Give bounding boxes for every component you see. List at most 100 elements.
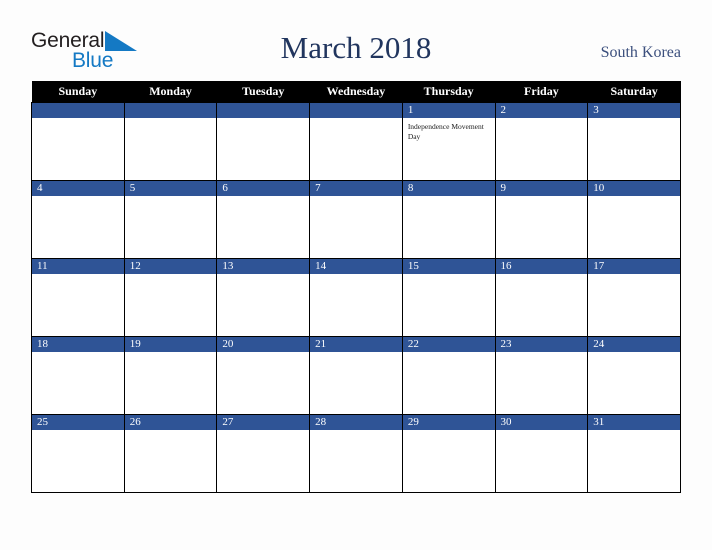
day-events (496, 352, 588, 356)
calendar-week-row: 18 19 20 21 22 23 24 (31, 336, 681, 415)
day-events (217, 430, 309, 434)
day-events (125, 352, 217, 356)
day-number: 11 (32, 259, 124, 274)
weekday-header-wednesday: Wednesday (309, 81, 403, 103)
brand-logo-row-top: General (31, 30, 138, 51)
page-header: General Blue March 2018 South Korea (0, 0, 712, 80)
calendar-day-cell[interactable]: 5 (123, 180, 218, 259)
day-number: 20 (217, 337, 310, 352)
brand-logo-row-bottom: Blue (72, 50, 113, 71)
calendar-day-cell[interactable]: 21 (309, 336, 403, 415)
day-events (588, 274, 680, 278)
day-events: Independence Movement Day (403, 118, 495, 142)
day-events (496, 274, 588, 278)
region-label: South Korea (600, 44, 681, 61)
calendar-day-cell[interactable]: 13 (216, 258, 311, 337)
weekday-header-monday: Monday (124, 81, 217, 103)
calendar-day-cell[interactable]: 7 (309, 180, 403, 259)
calendar-day-cell[interactable]: 8 (401, 180, 496, 259)
day-events (588, 430, 680, 434)
day-number: 25 (32, 415, 124, 430)
day-number (32, 103, 124, 118)
day-number: 31 (588, 415, 680, 430)
day-number: 1 (402, 103, 495, 118)
calendar-day-cell[interactable]: 25 (31, 414, 125, 493)
day-events (403, 430, 495, 434)
calendar-day-cell[interactable]: 22 (401, 336, 496, 415)
calendar-empty-cell (123, 102, 218, 181)
brand-logo[interactable]: General Blue (31, 30, 161, 76)
day-events (310, 274, 402, 278)
weekday-header-saturday: Saturday (587, 81, 681, 103)
calendar-day-cell[interactable]: 2 (494, 102, 589, 181)
calendar-empty-cell (309, 102, 403, 181)
day-number: 13 (217, 259, 310, 274)
day-number (217, 103, 310, 118)
day-events (32, 430, 124, 434)
day-events (32, 196, 124, 200)
calendar-day-cell[interactable]: 29 (401, 414, 496, 493)
calendar-day-cell[interactable]: 30 (494, 414, 589, 493)
day-events (403, 352, 495, 356)
day-number: 14 (310, 259, 402, 274)
day-events (588, 196, 680, 200)
day-events (588, 352, 680, 356)
day-number: 6 (217, 181, 310, 196)
day-number: 2 (495, 103, 588, 118)
calendar-day-cell[interactable]: 14 (309, 258, 403, 337)
weekday-header-tuesday: Tuesday (216, 81, 310, 103)
brand-name-blue: Blue (72, 49, 114, 72)
day-number: 27 (217, 415, 310, 430)
calendar-body: 1 Independence Movement Day 2 3 4 5 6 7 8 9 10 11 12… (31, 102, 681, 493)
weekday-header-sunday: Sunday (31, 81, 125, 103)
page-title: March 2018 (280, 30, 432, 65)
day-events (403, 196, 495, 200)
calendar-day-cell[interactable]: 3 (587, 102, 681, 181)
calendar-day-cell[interactable]: 12 (123, 258, 218, 337)
day-events (125, 196, 217, 200)
calendar-week-row: 1 Independence Movement Day 2 3 (31, 102, 681, 181)
calendar-day-cell[interactable]: 28 (309, 414, 403, 493)
day-number: 29 (402, 415, 495, 430)
day-events (310, 430, 402, 434)
calendar-week-row: 25 26 27 28 29 30 31 (31, 414, 681, 493)
calendar-day-cell[interactable]: 4 (31, 180, 125, 259)
day-number (124, 103, 217, 118)
day-events (310, 196, 402, 200)
calendar-day-cell[interactable]: 19 (123, 336, 218, 415)
day-events (496, 430, 588, 434)
calendar-day-cell[interactable]: 31 (587, 414, 681, 493)
calendar-day-cell[interactable]: 18 (31, 336, 125, 415)
day-events (588, 118, 680, 122)
calendar-day-cell[interactable]: 26 (123, 414, 218, 493)
calendar-week-row: 11 12 13 14 15 16 17 (31, 258, 681, 337)
weekday-header-row: Sunday Monday Tuesday Wednesday Thursday… (31, 81, 681, 103)
calendar-day-cell[interactable]: 6 (216, 180, 311, 259)
day-events (125, 274, 217, 278)
calendar-day-cell[interactable]: 9 (494, 180, 589, 259)
day-number: 22 (402, 337, 495, 352)
calendar-day-cell[interactable]: 27 (216, 414, 311, 493)
calendar-day-cell[interactable]: 23 (494, 336, 589, 415)
weekday-header-friday: Friday (495, 81, 588, 103)
day-number (310, 103, 402, 118)
calendar-day-cell[interactable]: 10 (587, 180, 681, 259)
triangle-icon (105, 31, 138, 51)
calendar-day-cell[interactable]: 20 (216, 336, 311, 415)
day-events (217, 118, 309, 122)
calendar-day-cell[interactable]: 1 Independence Movement Day (401, 102, 496, 181)
calendar-day-cell[interactable]: 16 (494, 258, 589, 337)
day-number: 18 (32, 337, 124, 352)
day-number: 23 (495, 337, 588, 352)
calendar-day-cell[interactable]: 15 (401, 258, 496, 337)
day-number: 15 (402, 259, 495, 274)
day-number: 17 (588, 259, 680, 274)
day-number: 30 (495, 415, 588, 430)
calendar-day-cell[interactable]: 24 (587, 336, 681, 415)
day-number: 12 (124, 259, 217, 274)
calendar-day-cell[interactable]: 17 (587, 258, 681, 337)
calendar-grid: Sunday Monday Tuesday Wednesday Thursday… (31, 81, 681, 493)
day-number: 4 (32, 181, 124, 196)
day-number: 10 (588, 181, 680, 196)
calendar-day-cell[interactable]: 11 (31, 258, 125, 337)
